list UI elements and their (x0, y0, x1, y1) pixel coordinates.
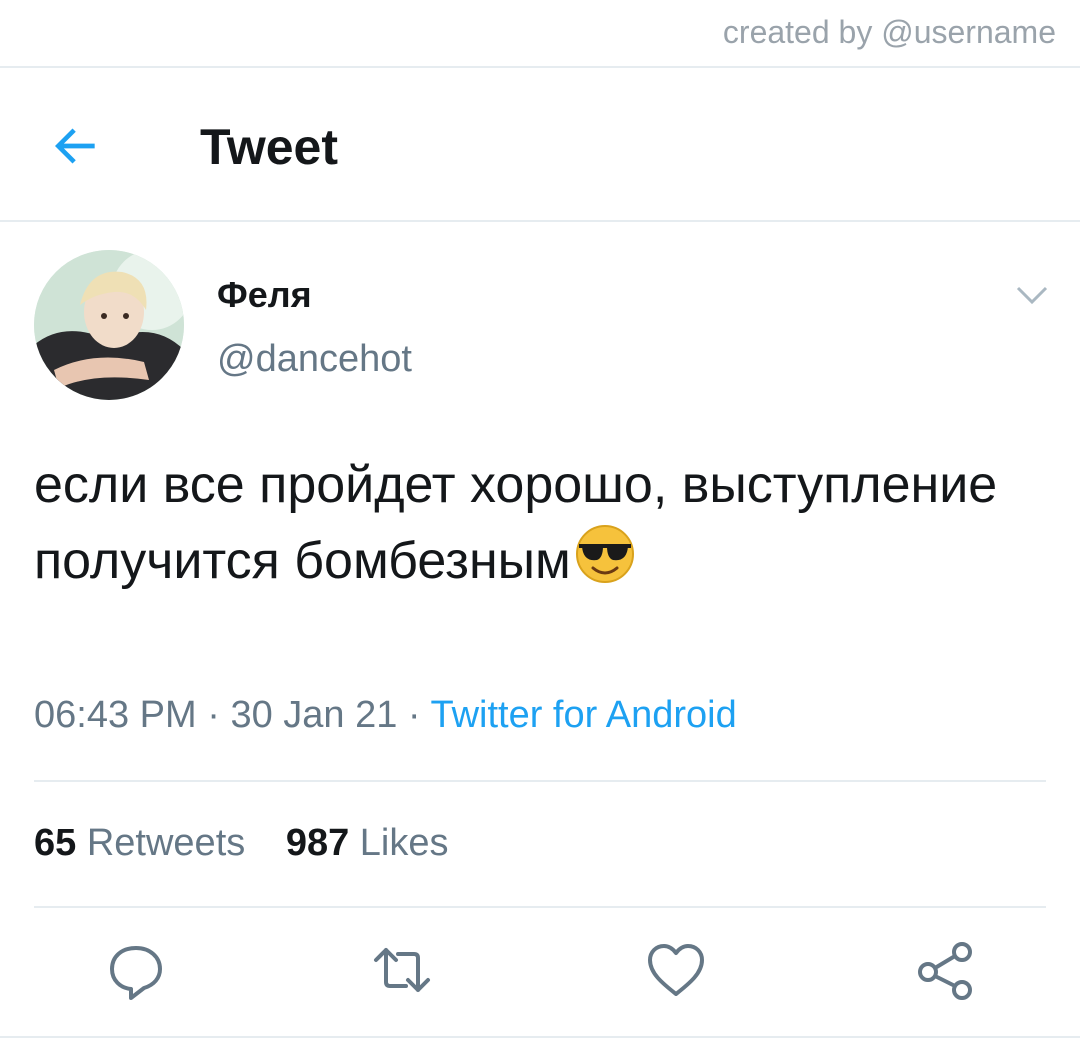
tweet-date: 30 Jan 21 (230, 694, 398, 736)
watermark: created by @username (722, 14, 1056, 50)
divider (34, 780, 1046, 782)
share-button[interactable] (914, 938, 978, 1002)
likes-stat[interactable]: 987 Likes (286, 822, 449, 865)
divider (34, 906, 1046, 908)
tweet-text: если все пройдет хорошо, выступление пол… (34, 448, 1034, 598)
retweets-stat[interactable]: 65 Retweets (34, 822, 245, 865)
reply-icon (110, 946, 162, 1000)
tweet-header: Tweet (0, 70, 1080, 220)
tweet-stats: 65 Retweets 987 Likes (34, 822, 449, 865)
separator-dot: · (397, 694, 431, 736)
tweet-text-content: если все пройдет хорошо, выступление пол… (34, 456, 998, 590)
back-button[interactable] (48, 118, 108, 178)
retweets-count: 65 (34, 822, 77, 864)
share-icon (918, 942, 972, 1000)
user-handle[interactable]: @dancehot (217, 338, 412, 381)
tweet-time: 06:43 PM (34, 694, 197, 736)
divider (0, 220, 1080, 222)
likes-count: 987 (285, 822, 350, 864)
divider (0, 66, 1080, 68)
tweet-actions (0, 938, 1080, 1008)
divider (0, 1036, 1080, 1038)
avatar-image (34, 250, 184, 400)
page-title: Tweet (200, 119, 338, 175)
like-button[interactable] (644, 938, 708, 1002)
retweets-label: Retweets (86, 822, 246, 864)
separator-dot: · (196, 694, 231, 736)
tweet-source-link[interactable]: Twitter for Android (430, 694, 736, 736)
heart-icon (648, 944, 704, 996)
tweet-metadata: 06:43 PM · 30 Jan 21 · Twitter for Andro… (34, 694, 737, 737)
retweet-icon (374, 948, 430, 992)
chevron-down-icon[interactable] (1012, 280, 1052, 310)
arrow-left-icon (55, 128, 95, 164)
avatar[interactable] (34, 250, 184, 400)
reply-button[interactable] (104, 938, 168, 1002)
display-name[interactable]: Феля (217, 274, 312, 316)
likes-label: Likes (359, 822, 449, 864)
retweet-button[interactable] (370, 938, 434, 1002)
sunglasses-emoji-icon (573, 522, 637, 586)
